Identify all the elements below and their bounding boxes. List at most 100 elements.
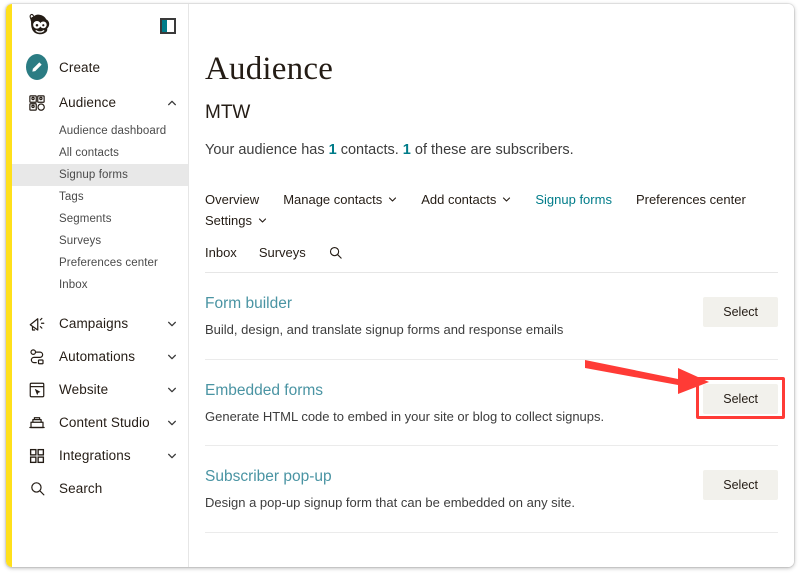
subitem-label: Preferences center — [59, 257, 158, 269]
search-icon[interactable] — [328, 245, 343, 260]
main-content: Audience MTW Your audience has 1 contact… — [189, 4, 794, 567]
sidebar-item-integrations[interactable]: Integrations — [12, 439, 188, 472]
audience-subnav: Audience dashboard All contacts Signup f… — [12, 119, 188, 300]
automations-icon — [26, 348, 48, 366]
tab-label: Signup forms — [535, 192, 612, 207]
subitem-label: Audience dashboard — [59, 125, 166, 137]
chevron-up-icon[interactable] — [166, 97, 178, 109]
mailchimp-freddie-logo[interactable] — [26, 13, 53, 40]
sidebar-item-label-campaigns: Campaigns — [59, 316, 166, 331]
sidebar-item-create[interactable]: Create — [12, 48, 188, 86]
form-option-description: Build, design, and translate signup form… — [205, 321, 683, 339]
chevron-down-icon[interactable] — [166, 351, 178, 363]
form-option-text: Form builder Build, design, and translat… — [205, 295, 703, 339]
chevron-down-icon — [388, 195, 397, 204]
highlight-box-embedded-forms-select: Select — [703, 382, 778, 414]
subitem-label: All contacts — [59, 147, 119, 159]
subitem-label: Surveys — [59, 235, 101, 247]
tab-overview[interactable]: Overview — [205, 189, 259, 210]
search-icon — [26, 480, 48, 497]
sidebar-item-audience[interactable]: Audience — [12, 86, 188, 119]
stats-middle: contacts. — [337, 142, 403, 158]
subitem-label: Tags — [59, 191, 84, 203]
sidebar-subitem-segments[interactable]: Segments — [12, 208, 188, 230]
form-option-row-embedded-forms: Embedded forms Generate HTML code to emb… — [205, 360, 778, 447]
audience-tabs: Overview Manage contacts Add contacts Si… — [205, 189, 778, 231]
select-button-subscriber-popup[interactable]: Select — [703, 470, 778, 500]
form-option-description: Generate HTML code to embed in your site… — [205, 408, 683, 426]
stats-suffix: of these are subscribers. — [411, 142, 574, 158]
sidebar-item-automations[interactable]: Automations — [12, 340, 188, 373]
subscribers-count: 1 — [403, 142, 411, 158]
sidebar-item-label-content-studio: Content Studio — [59, 415, 166, 430]
mailchimp-window: Create Audience — [6, 4, 794, 567]
sidebar: Create Audience — [6, 4, 189, 567]
sidebar-subitem-preferences-center[interactable]: Preferences center — [12, 252, 188, 274]
tab-manage-contacts[interactable]: Manage contacts — [283, 189, 397, 210]
subitem-label: Inbox — [59, 279, 88, 291]
form-option-text: Embedded forms Generate HTML code to emb… — [205, 382, 703, 426]
chevron-down-icon — [258, 216, 267, 225]
chevron-down-icon[interactable] — [166, 417, 178, 429]
megaphone-icon — [26, 315, 48, 333]
form-option-text: Subscriber pop-up Design a pop-up signup… — [205, 468, 703, 512]
collapse-panel-icon[interactable] — [160, 18, 176, 34]
subitem-label: Signup forms — [59, 169, 128, 181]
sidebar-item-label-search: Search — [59, 481, 166, 496]
subitem-label: Segments — [59, 213, 112, 225]
sidebar-brand-row — [12, 4, 188, 48]
subtab-inbox[interactable]: Inbox — [205, 245, 237, 260]
form-option-title[interactable]: Form builder — [205, 295, 683, 313]
tab-add-contacts[interactable]: Add contacts — [421, 189, 511, 210]
sidebar-item-label-integrations: Integrations — [59, 448, 166, 463]
sidebar-item-label-create: Create — [59, 60, 178, 75]
sidebar-subitem-inbox[interactable]: Inbox — [12, 274, 188, 296]
chevron-down-icon — [502, 195, 511, 204]
audience-subtabs: Inbox Surveys — [205, 245, 778, 273]
pencil-icon — [26, 54, 48, 80]
contacts-count: 1 — [329, 142, 337, 158]
form-option-row-form-builder: Form builder Build, design, and translat… — [205, 273, 778, 360]
sidebar-item-search[interactable]: Search — [12, 472, 188, 505]
sidebar-subitem-all-contacts[interactable]: All contacts — [12, 142, 188, 164]
integrations-icon — [26, 447, 48, 465]
stats-prefix: Your audience has — [205, 142, 329, 158]
select-button-embedded-forms[interactable]: Select — [703, 384, 778, 414]
tab-label: Preferences center — [636, 192, 746, 207]
tab-label: Overview — [205, 192, 259, 207]
form-option-description: Design a pop-up signup form that can be … — [205, 494, 683, 512]
form-option-title[interactable]: Subscriber pop-up — [205, 468, 683, 486]
no-chevron — [166, 483, 178, 495]
tab-settings[interactable]: Settings — [205, 210, 267, 231]
sidebar-item-label-automations: Automations — [59, 349, 166, 364]
chevron-down-icon[interactable] — [166, 384, 178, 396]
audience-name: MTW — [205, 102, 778, 124]
form-option-row-subscriber-popup: Subscriber pop-up Design a pop-up signup… — [205, 446, 778, 533]
sidebar-subitem-surveys[interactable]: Surveys — [12, 230, 188, 252]
form-option-title[interactable]: Embedded forms — [205, 382, 683, 400]
tab-label: Manage contacts — [283, 192, 382, 207]
subtab-surveys[interactable]: Surveys — [259, 245, 306, 260]
audience-icon — [26, 94, 48, 112]
select-button-form-builder[interactable]: Select — [703, 297, 778, 327]
tab-signup-forms[interactable]: Signup forms — [535, 189, 612, 210]
audience-stats: Your audience has 1 contacts. 1 of these… — [205, 142, 778, 158]
sidebar-item-label-website: Website — [59, 382, 166, 397]
sidebar-subitem-signup-forms[interactable]: Signup forms — [12, 164, 188, 186]
nav-spacer — [12, 300, 188, 307]
tab-preferences-center[interactable]: Preferences center — [636, 189, 746, 210]
website-icon — [26, 381, 48, 399]
sidebar-subitem-tags[interactable]: Tags — [12, 186, 188, 208]
content-studio-icon — [26, 414, 48, 432]
sidebar-item-website[interactable]: Website — [12, 373, 188, 406]
tab-label: Settings — [205, 213, 252, 228]
chevron-down-icon[interactable] — [166, 318, 178, 330]
page-title: Audience — [205, 51, 778, 88]
tab-label: Add contacts — [421, 192, 496, 207]
panel-toggle-empty — [167, 20, 174, 32]
chevron-down-icon[interactable] — [166, 450, 178, 462]
sidebar-subitem-audience-dashboard[interactable]: Audience dashboard — [12, 120, 188, 142]
sidebar-item-label-audience: Audience — [59, 95, 166, 110]
sidebar-item-content-studio[interactable]: Content Studio — [12, 406, 188, 439]
sidebar-item-campaigns[interactable]: Campaigns — [12, 307, 188, 340]
